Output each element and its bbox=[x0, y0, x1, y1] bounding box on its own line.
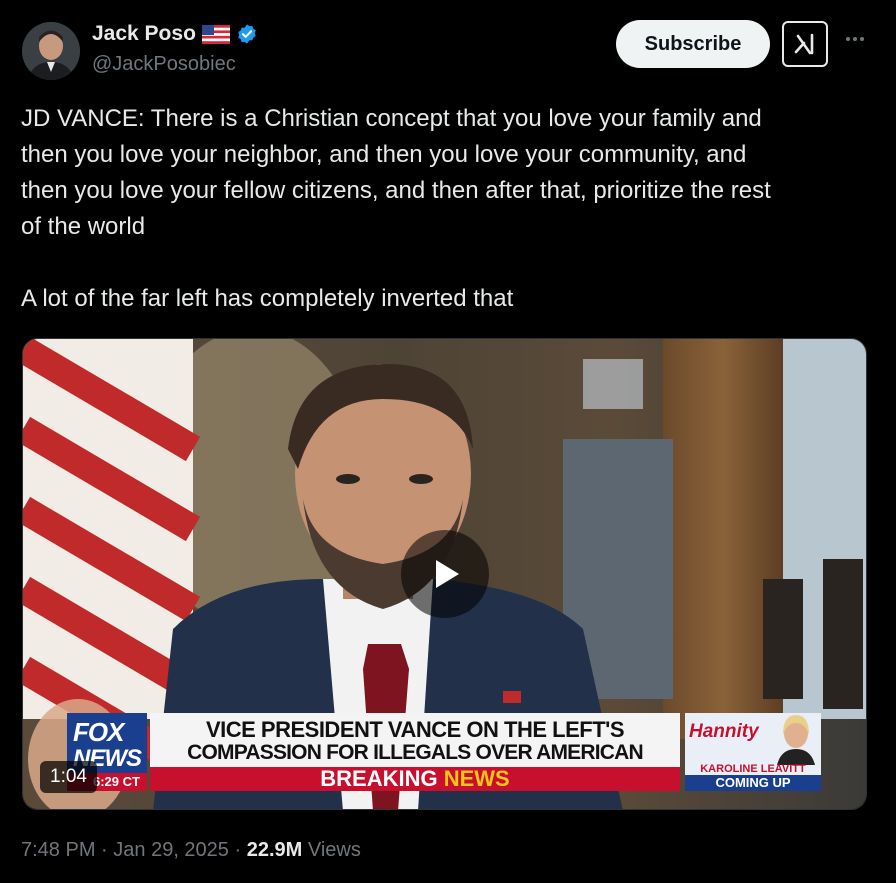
tweet-date[interactable]: Jan 29, 2025 bbox=[113, 839, 229, 861]
subscribe-button[interactable]: Subscribe bbox=[616, 20, 770, 68]
views-count[interactable]: 22.9M bbox=[247, 839, 303, 861]
author-handle[interactable]: @JackPosobiec bbox=[92, 53, 236, 76]
play-icon[interactable] bbox=[401, 530, 489, 618]
meta-separator-2: · bbox=[228, 839, 247, 861]
news-word: NEWS bbox=[443, 766, 510, 791]
promo-name: KAROLINE LEAVITT bbox=[700, 763, 806, 775]
us-flag-icon bbox=[201, 24, 230, 44]
author-display-name[interactable]: Jack Poso bbox=[92, 22, 196, 46]
author-name-row[interactable]: Jack Poso bbox=[92, 22, 258, 46]
avatar[interactable] bbox=[22, 22, 80, 80]
video-duration: 1:04 bbox=[40, 761, 97, 793]
verified-badge-icon[interactable] bbox=[236, 23, 258, 45]
views-label: Views bbox=[307, 839, 361, 861]
breaking-word: BREAKING bbox=[320, 766, 438, 791]
more-icon[interactable] bbox=[842, 26, 868, 52]
tweet-meta: 7:48 PM · Jan 29, 2025 · 22.9M Views bbox=[21, 839, 361, 862]
avatar-image bbox=[22, 22, 80, 80]
promo-show: Hannity bbox=[689, 721, 759, 742]
chyron-time: 6:29 CT bbox=[93, 774, 140, 789]
breaking-news-bar: BREAKING NEWS bbox=[150, 767, 680, 791]
chyron-headline: VICE PRESIDENT VANCE ON THE LEFT'S COMPA… bbox=[150, 713, 680, 788]
network-logo-line1: FOX bbox=[73, 717, 124, 747]
tweet-text: JD VANCE: There is a Christian concept t… bbox=[21, 105, 771, 312]
promo-host-photo bbox=[777, 715, 815, 765]
promo-status: COMING UP bbox=[685, 775, 821, 791]
tweet-time[interactable]: 7:48 PM bbox=[21, 839, 95, 861]
promo-box: Hannity KAROLINE LEAVITT COMING UP bbox=[685, 713, 821, 791]
chyron-headline-line1: VICE PRESIDENT VANCE ON THE LEFT'S bbox=[205, 717, 625, 742]
meta-separator: · bbox=[95, 839, 114, 861]
grok-icon[interactable] bbox=[782, 21, 828, 67]
